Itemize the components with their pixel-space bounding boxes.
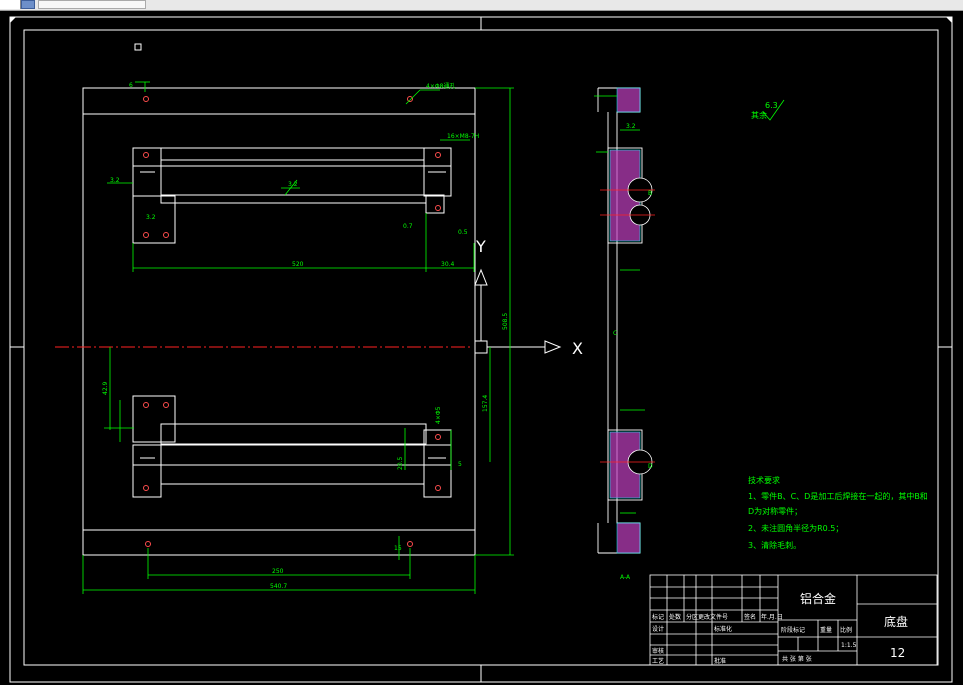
tech-title: 技术要求 bbox=[748, 475, 780, 485]
zone-label: 分区 bbox=[686, 613, 698, 621]
tap-note: 16×M8-7H bbox=[447, 133, 479, 140]
title-block-text: 铝合金 底盘 12 阶段标记 重量 比例 1:1.5 共 张 第 张 标记 处数… bbox=[652, 591, 908, 665]
cad-drawing-canvas[interactable]: X Y 6 4×Φ8通孔 16×M8-7H 3.2 3.2 3.2 520 30… bbox=[0, 0, 963, 685]
corner-mark-tl bbox=[10, 17, 16, 23]
axis-y-label: Y bbox=[475, 237, 486, 256]
doc-no-label: 更改文件号 bbox=[698, 613, 728, 621]
dim-right-small-1: 0.7 bbox=[403, 223, 413, 230]
plan-view-holes bbox=[143, 96, 441, 547]
mark-label: 标记 bbox=[652, 613, 664, 621]
dim-right-tiny: 15 bbox=[394, 545, 402, 552]
drawing-no: 12 bbox=[890, 646, 905, 660]
tech-item-2: D为对称零件； bbox=[748, 506, 802, 516]
dim-height-half: 157.4 bbox=[482, 395, 489, 412]
chamfer-note: 4×Φ8通孔 bbox=[426, 82, 455, 90]
section-label-d: D bbox=[648, 463, 653, 470]
roughness-b: 3.2 bbox=[146, 214, 156, 221]
tech-item-1: 1、零件B、C、D是加工后焊接在一起的，其中B和 bbox=[748, 491, 928, 501]
process-label: 工艺 bbox=[652, 657, 664, 665]
material: 铝合金 bbox=[800, 591, 836, 606]
review-label: 审核 bbox=[652, 647, 664, 655]
plan-view-dimensions bbox=[82, 81, 514, 594]
dim-lower-hole: 4×Φ5 bbox=[435, 406, 442, 424]
stage-label: 阶段标记 bbox=[781, 626, 805, 634]
dim-left-vertical: 42.9 bbox=[102, 381, 109, 395]
tech-item-4: 3、清除毛刺。 bbox=[748, 540, 801, 550]
surface-note-label: 其余 bbox=[751, 110, 767, 120]
section-label-b: B bbox=[648, 190, 652, 197]
dim-right-small-2: 0.5 bbox=[458, 229, 468, 236]
dim-upper-span: 520 bbox=[292, 261, 304, 268]
approve-label: 批准 bbox=[714, 657, 726, 665]
dim-bottom-total: 540.7 bbox=[270, 583, 287, 590]
tech-requirements: 技术要求 1、零件B、C、D是加工后焊接在一起的，其中B和 D为对称零件； 2、… bbox=[748, 475, 928, 550]
weight-label: 重量 bbox=[820, 626, 832, 634]
roughness-a: 3.2 bbox=[110, 177, 120, 184]
dim-upper-right: 30.4 bbox=[441, 261, 455, 268]
tech-item-3: 2、未注圆角半径为R0.5； bbox=[748, 523, 843, 533]
surface-note-value: 6.3 bbox=[765, 101, 778, 110]
plan-view bbox=[82, 87, 476, 556]
scale-label: 比例 bbox=[840, 626, 852, 634]
ucs-marker bbox=[134, 43, 142, 51]
plan-view-dim-text: 6 4×Φ8通孔 16×M8-7H 3.2 3.2 3.2 520 30.4 0… bbox=[102, 82, 509, 590]
dim-bottom-span: 250 bbox=[272, 568, 284, 575]
sheets-label: 共 张 第 张 bbox=[782, 655, 812, 663]
designer-label: 设计 bbox=[652, 625, 664, 633]
scale-value: 1:1.5 bbox=[841, 642, 857, 649]
roughness-mid: 3.2 bbox=[288, 181, 298, 188]
section-mark: A-A bbox=[620, 574, 631, 581]
std-label: 标准化 bbox=[714, 625, 732, 633]
dim-lower-right: 5 bbox=[458, 461, 462, 468]
dim-height-total: 508.5 bbox=[502, 313, 509, 330]
ucs-axes bbox=[474, 268, 562, 354]
surface-finish-note: 其余 6.3 bbox=[751, 99, 785, 121]
sheet-border-outer bbox=[9, 16, 953, 683]
date-label: 年.月.日 bbox=[761, 613, 783, 621]
signature-label: 签名 bbox=[744, 613, 756, 621]
part-name: 底盘 bbox=[884, 614, 908, 629]
section-label-c: C bbox=[613, 330, 617, 337]
section-view-hatching bbox=[609, 87, 641, 554]
corner-mark-tr bbox=[946, 17, 952, 23]
axis-x-label: X bbox=[572, 339, 583, 358]
section-roughness: 3.2 bbox=[626, 123, 636, 130]
count-label: 处数 bbox=[669, 613, 681, 621]
dim-lower-mid: 20.5 bbox=[397, 456, 404, 470]
dim-top-left: 6 bbox=[129, 82, 133, 89]
